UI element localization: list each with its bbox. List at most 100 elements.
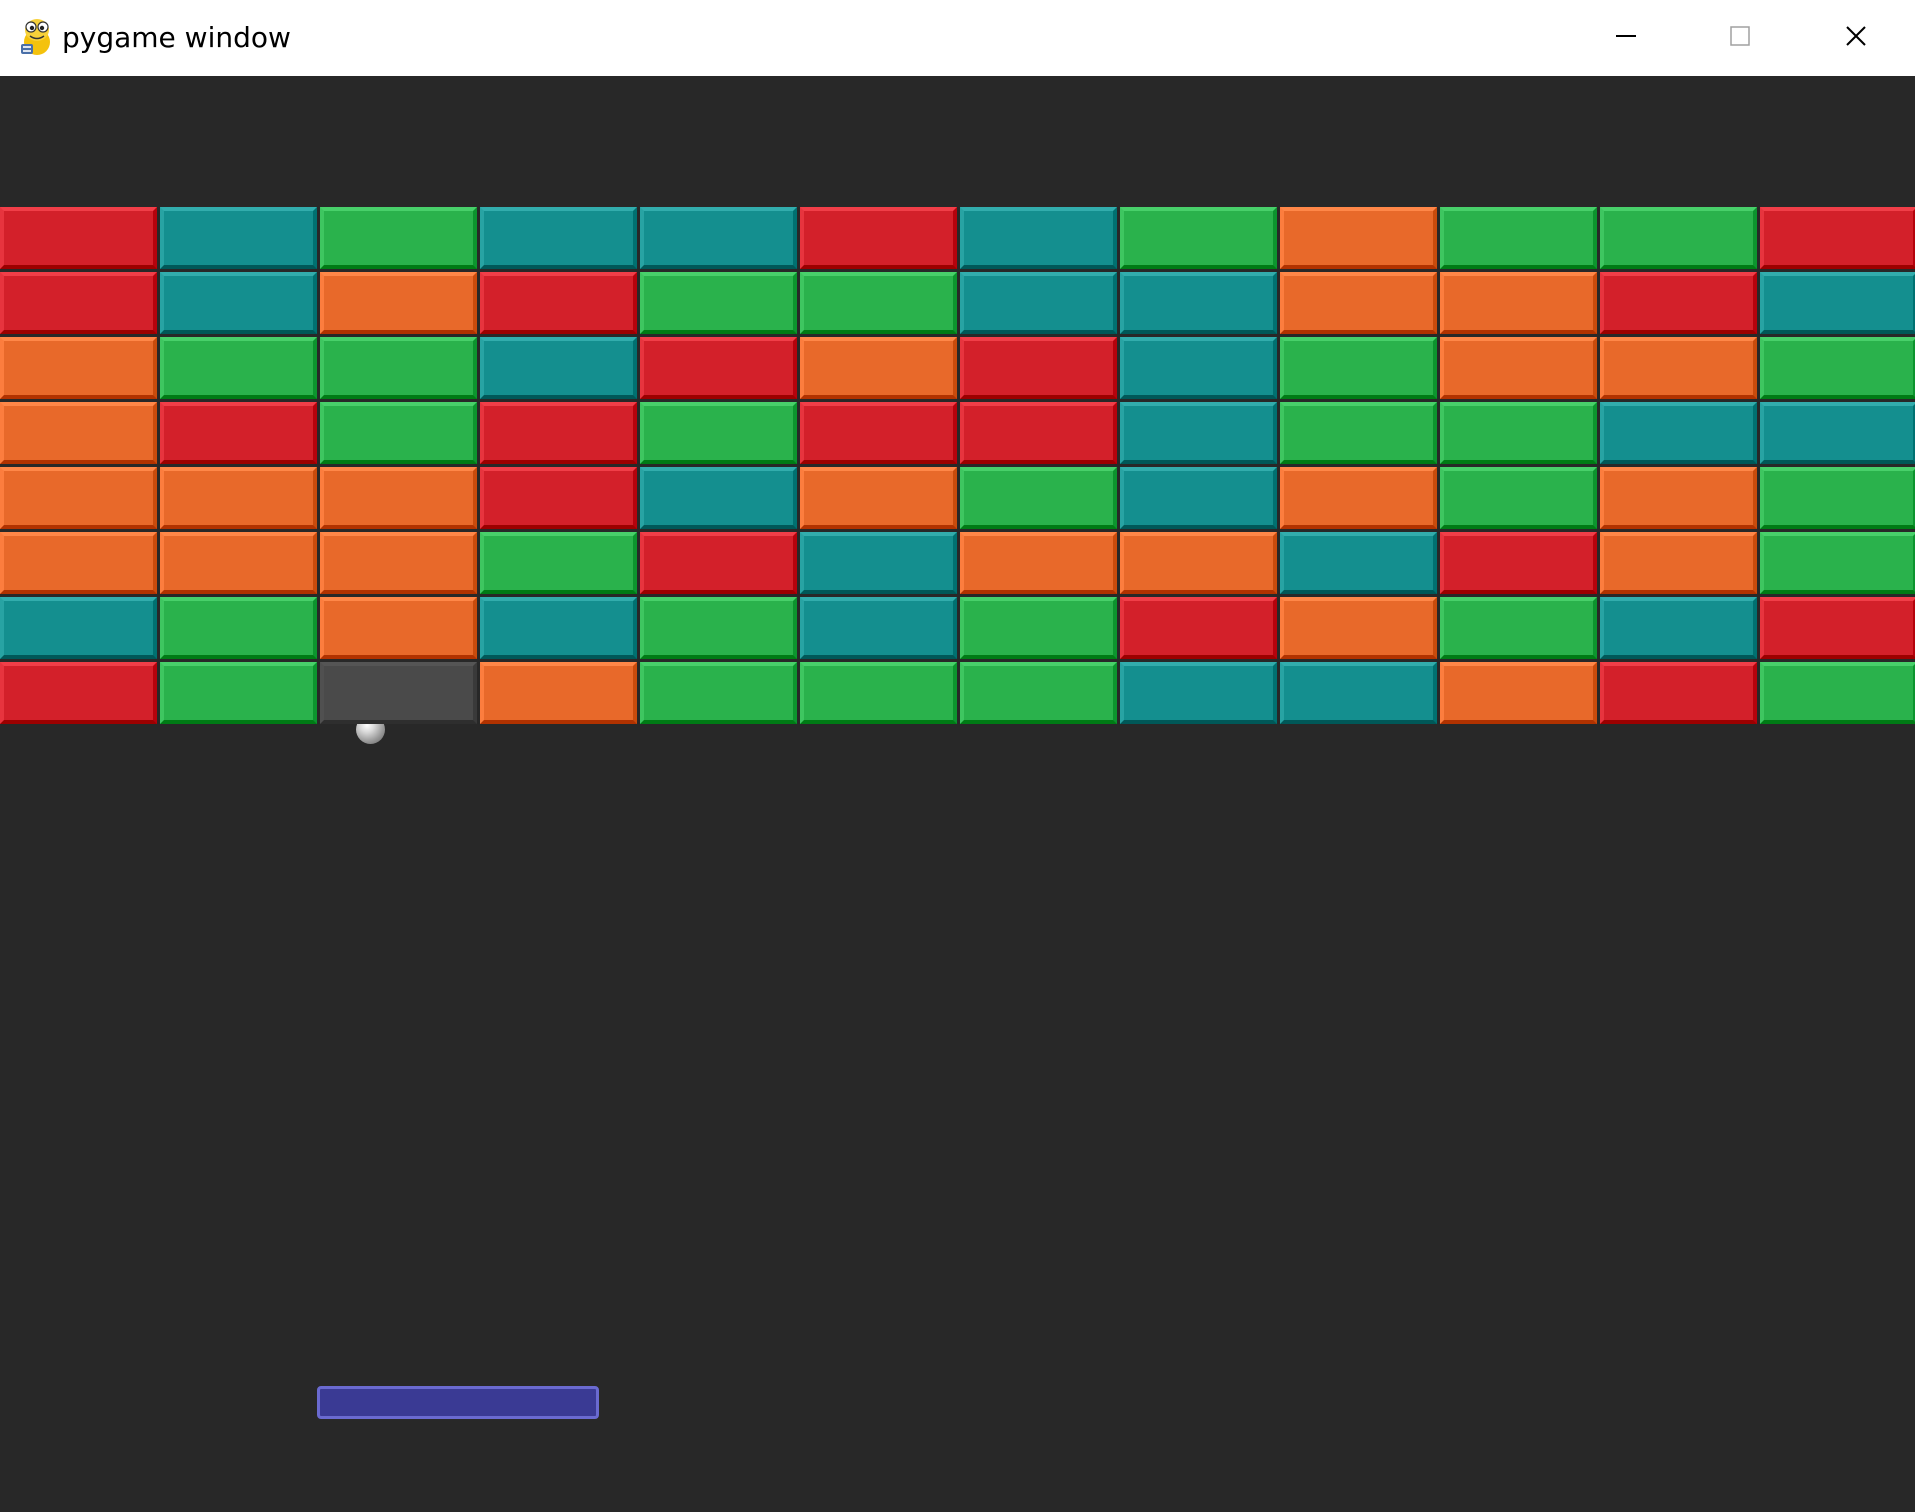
brick-teal xyxy=(1120,402,1277,464)
brick-orange xyxy=(0,337,157,399)
brick-red xyxy=(1440,532,1597,594)
brick-green xyxy=(320,337,477,399)
brick-teal xyxy=(1600,597,1757,659)
brick-orange xyxy=(320,272,477,334)
brick-red xyxy=(960,337,1117,399)
brick-red xyxy=(480,272,637,334)
brick-teal xyxy=(640,467,797,529)
brick-green xyxy=(1440,597,1597,659)
brick-destroyed xyxy=(320,662,477,724)
brick-green xyxy=(1120,207,1277,269)
brick-orange xyxy=(1440,662,1597,724)
brick-orange xyxy=(960,532,1117,594)
brick-red xyxy=(800,402,957,464)
brick-green xyxy=(800,662,957,724)
brick-teal xyxy=(1120,467,1277,529)
brick-orange xyxy=(1440,272,1597,334)
close-button[interactable] xyxy=(1800,0,1912,72)
brick-orange xyxy=(1440,337,1597,399)
brick-green xyxy=(1760,337,1915,399)
brick-red xyxy=(640,337,797,399)
brick-orange xyxy=(1280,207,1437,269)
brick-green xyxy=(1760,467,1915,529)
brick-green xyxy=(320,207,477,269)
brick-green xyxy=(1280,402,1437,464)
brick-red xyxy=(1600,662,1757,724)
brick-red xyxy=(800,207,957,269)
brick-green xyxy=(1280,337,1437,399)
brick-green xyxy=(1600,207,1757,269)
brick-green xyxy=(320,402,477,464)
maximize-icon xyxy=(1730,26,1750,46)
brick-red xyxy=(1760,207,1915,269)
brick-teal xyxy=(480,597,637,659)
brick-orange xyxy=(800,467,957,529)
brick-green xyxy=(960,467,1117,529)
brick-orange xyxy=(480,662,637,724)
brick-teal xyxy=(1120,337,1277,399)
brick-orange xyxy=(0,402,157,464)
brick-orange xyxy=(0,532,157,594)
brick-orange xyxy=(1280,597,1437,659)
brick-orange xyxy=(800,337,957,399)
brick-green xyxy=(640,402,797,464)
minimize-button[interactable] xyxy=(1570,0,1682,72)
brick-orange xyxy=(160,467,317,529)
minimize-icon xyxy=(1616,35,1636,37)
brick-green xyxy=(640,662,797,724)
brick-orange xyxy=(320,597,477,659)
brick-teal xyxy=(800,532,957,594)
brick-orange xyxy=(1280,272,1437,334)
brick-teal xyxy=(640,207,797,269)
brick-green xyxy=(1760,662,1915,724)
window-title: pygame window xyxy=(62,21,291,54)
brick-green xyxy=(1760,532,1915,594)
brick-red xyxy=(0,662,157,724)
maximize-button[interactable] xyxy=(1684,0,1796,72)
brick-red xyxy=(1600,272,1757,334)
paddle[interactable] xyxy=(317,1386,599,1419)
brick-orange xyxy=(320,467,477,529)
brick-teal xyxy=(480,207,637,269)
brick-teal xyxy=(160,207,317,269)
brick-green xyxy=(640,272,797,334)
brick-red xyxy=(640,532,797,594)
brick-orange xyxy=(1600,337,1757,399)
pygame-snake-icon xyxy=(21,19,50,55)
brick-teal xyxy=(1760,402,1915,464)
brick-green xyxy=(1440,402,1597,464)
brick-orange xyxy=(160,532,317,594)
brick-red xyxy=(480,467,637,529)
brick-teal xyxy=(160,272,317,334)
title-bar[interactable]: pygame window xyxy=(0,0,1915,76)
brick-red xyxy=(960,402,1117,464)
brick-teal xyxy=(1600,402,1757,464)
brick-teal xyxy=(960,207,1117,269)
brick-teal xyxy=(1120,272,1277,334)
brick-teal xyxy=(1280,532,1437,594)
game-canvas[interactable] xyxy=(0,76,1915,1512)
brick-teal xyxy=(0,597,157,659)
brick-red xyxy=(0,272,157,334)
brick-green xyxy=(960,662,1117,724)
brick-teal xyxy=(800,597,957,659)
brick-orange xyxy=(1120,532,1277,594)
brick-orange xyxy=(0,467,157,529)
brick-red xyxy=(0,207,157,269)
brick-green xyxy=(640,597,797,659)
brick-orange xyxy=(320,532,477,594)
brick-teal xyxy=(1280,662,1437,724)
brick-green xyxy=(800,272,957,334)
brick-orange xyxy=(1600,532,1757,594)
brick-green xyxy=(960,597,1117,659)
brick-teal xyxy=(1120,662,1277,724)
brick-orange xyxy=(1280,467,1437,529)
brick-green xyxy=(1440,207,1597,269)
brick-teal xyxy=(1760,272,1915,334)
brick-red xyxy=(1760,597,1915,659)
brick-red xyxy=(1120,597,1277,659)
brick-green xyxy=(480,532,637,594)
pygame-window: pygame window xyxy=(0,0,1915,1512)
brick-green xyxy=(160,597,317,659)
close-icon xyxy=(1846,26,1866,46)
